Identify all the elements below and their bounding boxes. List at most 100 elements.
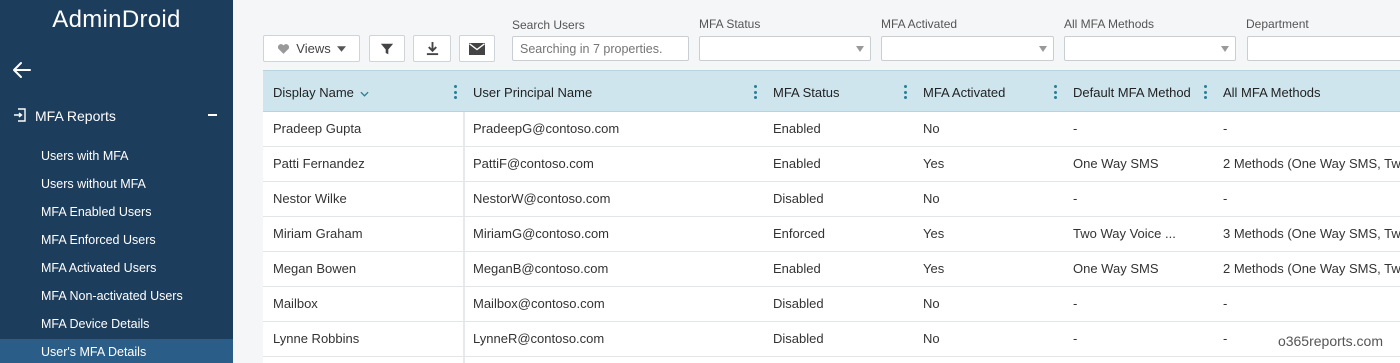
collapse-minus-icon[interactable]	[208, 114, 217, 116]
filter-button[interactable]	[369, 35, 405, 62]
sidebar-item-mfa-enabled-users[interactable]: MFA Enabled Users	[0, 199, 233, 225]
cell-mfa-activated: No	[923, 331, 940, 346]
cell-all-mfa-methods: -	[1223, 121, 1228, 136]
column-header-user-principal-name[interactable]: User Principal Name	[463, 71, 763, 111]
search-users-input[interactable]	[512, 36, 689, 61]
sidebar-item-mfa-non-activated-users[interactable]: MFA Non-activated Users	[0, 283, 233, 309]
sidebar-item-mfa-device-details[interactable]: MFA Device Details	[0, 311, 233, 337]
cell-mfa-activated: Yes	[923, 261, 945, 276]
export-button[interactable]	[413, 35, 451, 62]
cell-mfa-status: Enabled	[773, 156, 821, 171]
cell-display-name: Lynne Robbins	[273, 331, 360, 346]
cell-all-mfa-methods: -	[1223, 191, 1228, 206]
table-row[interactable]: Miriam Graham MiriamG@contoso.com Enforc…	[263, 217, 1400, 252]
cell-default-mfa-method: -	[1073, 191, 1078, 206]
views-label: Views	[296, 41, 331, 56]
cell-all-mfa-methods: -	[1223, 296, 1228, 311]
cell-mfa-status: Disabled	[773, 331, 824, 346]
toolbar: Views Search Users MFA Status MFA Activa…	[245, 0, 1400, 70]
cell-mfa-activated: No	[923, 191, 940, 206]
grid-header: Display Name User Principal Name MFA Sta…	[263, 70, 1400, 112]
sidebar-item-mfa-activated-users[interactable]: MFA Activated Users	[0, 255, 233, 281]
download-icon	[426, 41, 438, 56]
table-row[interactable]: Mailbox Mailbox@contoso.com Disabled No …	[263, 287, 1400, 322]
report-login-icon	[14, 108, 26, 122]
column-menu-icon[interactable]	[1054, 85, 1057, 99]
mfa-activated-filter-label: MFA Activated	[881, 17, 958, 31]
cell-display-name: Pradeep Gupta	[273, 121, 362, 136]
watermark: o365reports.com	[1274, 331, 1386, 351]
mail-icon	[469, 42, 485, 55]
mfa-status-select[interactable]	[699, 36, 871, 61]
cell-display-name: Mailbox	[273, 296, 318, 311]
views-button[interactable]: Views	[263, 35, 360, 62]
cell-mfa-activated: No	[923, 296, 940, 311]
filter-icon	[380, 43, 394, 54]
cell-default-mfa-method: Two Way Voice ...	[1073, 226, 1176, 241]
column-header-mfa-status[interactable]: MFA Status	[763, 71, 913, 111]
cell-user-principal-name: Mailbox@contoso.com	[473, 296, 605, 311]
mfa-activated-select[interactable]	[881, 36, 1054, 61]
section-label: MFA Reports	[35, 108, 116, 124]
cell-default-mfa-method: One Way SMS	[1073, 261, 1159, 276]
cell-all-mfa-methods: 3 Methods (One Way SMS, Two	[1223, 226, 1400, 241]
cell-user-principal-name: MeganB@contoso.com	[473, 261, 609, 276]
cell-default-mfa-method: One Way SMS	[1073, 156, 1159, 171]
column-menu-icon[interactable]	[1204, 85, 1207, 99]
sidebar: AdminDroid MFA Reports Users with MFA Us…	[0, 0, 233, 363]
column-header-default-mfa-method[interactable]: Default MFA Method	[1063, 71, 1213, 111]
mfa-status-filter-label: MFA Status	[699, 17, 761, 31]
cell-user-principal-name: PradeepG@contoso.com	[473, 121, 620, 136]
cell-mfa-status: Enabled	[773, 121, 821, 136]
sort-descending-icon[interactable]	[360, 91, 369, 97]
column-header-all-mfa-methods[interactable]: All MFA Methods	[1213, 71, 1400, 111]
column-header-display-name[interactable]: Display Name	[263, 71, 463, 111]
table-row[interactable]: Megan Bowen MeganB@contoso.com Enabled Y…	[263, 252, 1400, 287]
cell-all-mfa-methods: 2 Methods (One Way SMS, Two	[1223, 261, 1400, 276]
email-button[interactable]	[459, 35, 495, 62]
search-users-label: Search Users	[512, 18, 585, 32]
cell-default-mfa-method: -	[1073, 331, 1078, 346]
cell-user-principal-name: PattiF@contoso.com	[473, 156, 594, 171]
sidebar-item-users-without-mfa[interactable]: Users without MFA	[0, 171, 233, 197]
cell-display-name: Nestor Wilke	[273, 191, 347, 206]
cell-user-principal-name: MiriamG@contoso.com	[473, 226, 610, 241]
department-filter-label: Department	[1246, 17, 1309, 31]
all-mfa-methods-filter-label: All MFA Methods	[1064, 17, 1155, 31]
table-row[interactable]: Lynne Robbins LynneR@contoso.com Disable…	[263, 322, 1400, 357]
column-menu-icon[interactable]	[904, 85, 907, 99]
cell-mfa-activated: Yes	[923, 226, 945, 241]
cell-display-name: Patti Fernandez	[273, 156, 365, 171]
table-row[interactable]: Pradeep Gupta PradeepG@contoso.com Enabl…	[263, 112, 1400, 147]
cell-mfa-status: Enforced	[773, 226, 826, 241]
cell-all-mfa-methods: 2 Methods (One Way SMS, Two	[1223, 156, 1400, 171]
cell-mfa-activated: No	[923, 121, 940, 136]
all-mfa-methods-select[interactable]	[1064, 36, 1236, 61]
sidebar-item-users-mfa-details[interactable]: User's MFA Details	[0, 339, 233, 363]
app-logo[interactable]: AdminDroid	[0, 6, 233, 34]
table-row[interactable]: Nestor Wilke NestorW@contoso.com Disable…	[263, 182, 1400, 217]
cell-default-mfa-method: -	[1073, 296, 1078, 311]
mfa-reports-section[interactable]: MFA Reports	[0, 102, 233, 128]
department-select[interactable]	[1247, 36, 1400, 61]
cell-display-name: Miriam Graham	[273, 226, 363, 241]
cell-mfa-activated: Yes	[923, 156, 945, 171]
dropdown-caret-icon	[1039, 46, 1047, 52]
column-menu-icon[interactable]	[454, 85, 457, 99]
caret-down-icon	[336, 45, 346, 52]
column-header-mfa-activated[interactable]: MFA Activated	[913, 71, 1063, 111]
cell-display-name: Megan Bowen	[273, 261, 357, 276]
sidebar-item-mfa-enforced-users[interactable]: MFA Enforced Users	[0, 227, 233, 253]
table-row[interactable]: Patti Fernandez PattiF@contoso.com Enabl…	[263, 147, 1400, 182]
cell-mfa-status: Disabled	[773, 191, 824, 206]
dropdown-caret-icon	[1221, 46, 1229, 52]
sidebar-item-users-with-mfa[interactable]: Users with MFA	[0, 143, 233, 169]
column-menu-icon[interactable]	[754, 85, 757, 99]
cell-user-principal-name: LynneR@contoso.com	[473, 331, 605, 346]
heart-icon	[278, 43, 290, 54]
cell-mfa-status: Enabled	[773, 261, 821, 276]
back-arrow-icon[interactable]	[10, 58, 34, 82]
users-mfa-grid: Display Name User Principal Name MFA Sta…	[263, 70, 1400, 363]
cell-mfa-status: Disabled	[773, 296, 824, 311]
cell-user-principal-name: NestorW@contoso.com	[473, 191, 611, 206]
